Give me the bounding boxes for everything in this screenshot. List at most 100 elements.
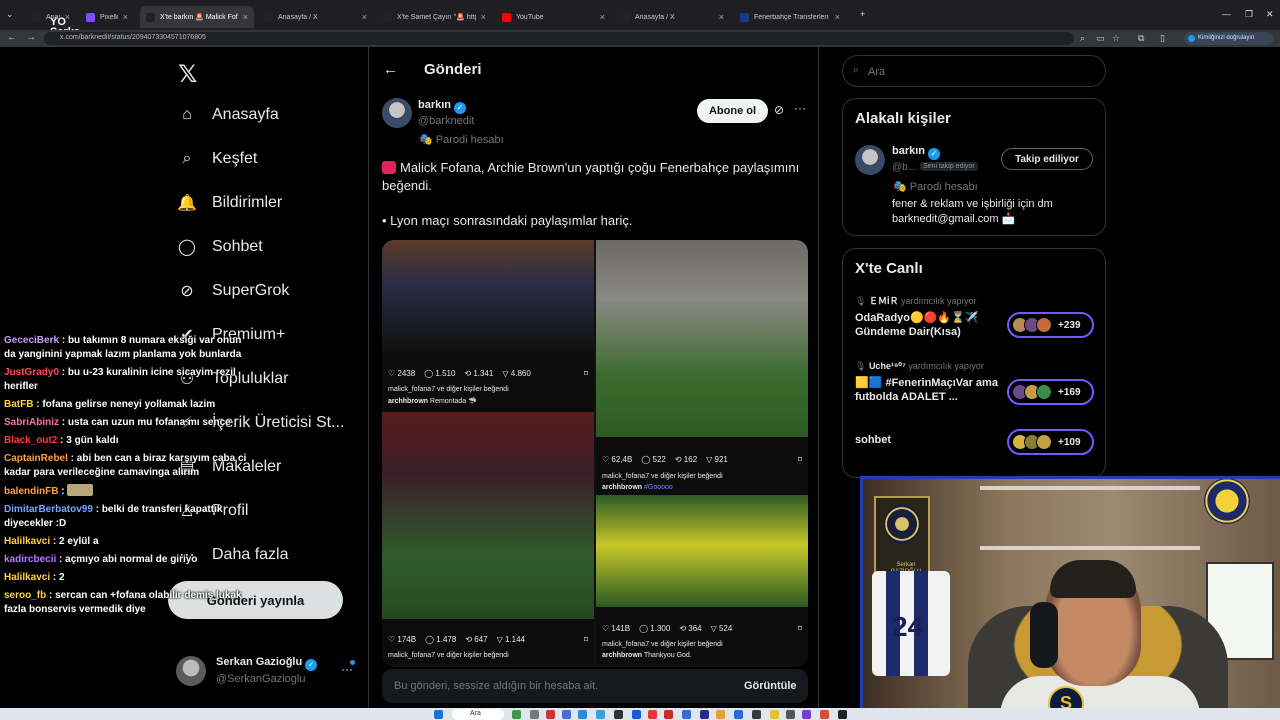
app-icon[interactable] [614, 710, 623, 719]
browser-tab[interactable]: Anasayfa / X × [615, 6, 730, 28]
subscribe-button[interactable]: Abone ol [697, 99, 768, 123]
author-avatar[interactable] [382, 98, 412, 128]
browser-tab[interactable]: Anasayfa × [26, 6, 76, 28]
listeners-pill[interactable]: +239 [1007, 312, 1094, 338]
browser-tab[interactable]: X'te Samet Çayırı "🚨 https:... × [377, 6, 492, 28]
chat-username[interactable]: Halilkavci [4, 572, 50, 583]
live-space[interactable]: 🎙 Uche¹⁹⁰⁷ yardımcılık yapıyor 🟨🟦 #Fener… [855, 361, 1095, 405]
netflix-icon[interactable] [664, 710, 673, 719]
close-tab-icon[interactable]: × [600, 12, 605, 22]
app-icon[interactable] [530, 710, 539, 719]
chat-username[interactable]: SabriAbiniz [4, 417, 59, 428]
extensions-icon[interactable]: ⧉ [1138, 33, 1144, 44]
nav-item-bildirimler[interactable]: 🔔 Bildirimler [177, 190, 282, 216]
browser-tab[interactable]: Fenerbahçe Transferleri – Tüm... × [734, 6, 846, 28]
close-tab-icon[interactable]: × [65, 12, 70, 22]
related-name[interactable]: barkın ✓ [892, 145, 941, 160]
app-icon[interactable] [512, 710, 521, 719]
image-mosaic[interactable]: ♡ 2438 ◯ 1.510 ⟲ 1.341 ▽ 4.860 ⌑ malick_… [382, 240, 808, 667]
url-field[interactable]: x.com/barknedit/status/20940733045710768… [44, 32, 1074, 45]
app-icon[interactable] [716, 710, 725, 719]
close-tab-icon[interactable]: × [481, 12, 486, 22]
start-icon[interactable] [434, 710, 443, 719]
zoom-icon[interactable]: ⌕ [1080, 33, 1085, 44]
back-arrow-icon[interactable]: ← [383, 61, 398, 78]
listeners-pill[interactable]: +109 [1007, 429, 1094, 455]
grok-icon[interactable]: ⊘ [774, 103, 784, 117]
emote-icon [67, 484, 94, 496]
image-tile[interactable]: ♡ 62,4B ◯ 522 ⟲ 162 ▽ 921 ⌑ malick_fofan… [596, 240, 808, 495]
nav-item-supergrok[interactable]: ⊘ SuperGrok [178, 278, 289, 304]
maximize-button[interactable]: ❐ [1245, 9, 1253, 20]
close-tab-icon[interactable]: × [123, 12, 128, 22]
chat-username[interactable]: Black_out2 [4, 435, 57, 446]
live-space[interactable]: sohbet +109 [855, 429, 1095, 455]
repost-icon: ⟲ 364 [679, 623, 702, 633]
zoom-app-icon[interactable] [734, 710, 743, 719]
back-icon[interactable]: ← [7, 32, 17, 43]
browser-tab[interactable]: YouTube × [496, 6, 611, 28]
post-image [382, 240, 594, 352]
x-logo-icon[interactable]: 𝕏 [178, 60, 197, 89]
image-tile[interactable]: ♡ 2438 ◯ 1.510 ⟲ 1.341 ▽ 4.860 ⌑ malick_… [382, 240, 594, 412]
tab-search-icon[interactable]: ⌄ [6, 9, 14, 20]
search-input[interactable]: ⌕ Ara [842, 55, 1106, 87]
nav-item-sohbet[interactable]: ◯ Sohbet [178, 234, 263, 260]
chrome-icon[interactable] [596, 710, 605, 719]
chat-username[interactable]: GececiBerk [4, 335, 59, 346]
browser-tab[interactable]: Anasayfa / X × [258, 6, 373, 28]
nav-item-keşfet[interactable]: ⌕ Keşfet [178, 146, 258, 172]
telegram-icon[interactable] [578, 710, 587, 719]
app-icon[interactable] [700, 710, 709, 719]
bookmark-icon[interactable]: ☆ [1112, 33, 1120, 44]
minimize-button[interactable]: — [1222, 9, 1231, 19]
close-tab-icon[interactable]: × [362, 12, 367, 22]
new-tab-button[interactable]: + [860, 9, 865, 19]
following-button[interactable]: Takip ediliyor [1001, 148, 1093, 170]
browser-tab[interactable]: Pixelkit - × [80, 6, 134, 28]
live-space[interactable]: 🎙 ＥＭİＲ yardımcılık yapıyor OdaRadyo🟡🔴🔥⏳✈… [855, 294, 1095, 339]
more-icon[interactable]: ··· [794, 101, 806, 115]
close-window-button[interactable]: ✕ [1266, 9, 1274, 20]
browser-tab[interactable]: X'te barkın 🚨 Malick Fofana... × [140, 6, 254, 28]
author-name[interactable]: barkın ✓ [418, 99, 467, 114]
forward-icon[interactable]: → [26, 32, 36, 43]
sidebar-icon[interactable]: ▯ [1160, 33, 1165, 44]
grok-icon: ⊘ [180, 283, 194, 300]
view-button[interactable]: Görüntüle [744, 680, 797, 692]
chat-username[interactable]: BatFB [4, 399, 33, 410]
author-handle[interactable]: @barknedit [418, 115, 474, 127]
close-tab-icon[interactable]: × [243, 12, 248, 22]
account-switcher[interactable]: Serkan Gazioğlu ✓ @SerkanGazioglu ··· [176, 654, 366, 688]
close-tab-icon[interactable]: × [719, 12, 724, 22]
chat-username[interactable]: balendinFB [4, 486, 58, 497]
app-icon[interactable] [770, 710, 779, 719]
related-handle[interactable]: @b... [892, 162, 916, 173]
app-icon[interactable] [820, 710, 829, 719]
app-icon[interactable] [562, 710, 571, 719]
nav-item-anasayfa[interactable]: ⌂ Anasayfa [178, 102, 279, 128]
chat-text: usta can uzun mu fofana mı sence [67, 417, 231, 428]
image-tile[interactable]: ♡ 141B ◯ 1.300 ⟲ 364 ▽ 524 ⌑ malick_fofa… [596, 495, 808, 667]
app-icon[interactable] [752, 710, 761, 719]
cast-icon[interactable]: ▭ [1096, 33, 1105, 44]
app-icon[interactable] [546, 710, 555, 719]
chat-username[interactable]: CaptainRebel [4, 453, 68, 464]
chat-username[interactable]: JustGrady0 [4, 367, 59, 378]
image-tile[interactable]: ♡ 174B ◯ 1.478 ⟲ 647 ▽ 1.144 ⌑ malick_fo… [382, 412, 594, 667]
listeners-pill[interactable]: +169 [1007, 379, 1094, 405]
chat-username[interactable]: DimitarBerbatov99 [4, 504, 93, 515]
taskbar-search[interactable]: Ara [452, 709, 504, 720]
app-icon[interactable] [838, 710, 847, 719]
close-tab-icon[interactable]: × [835, 12, 840, 22]
app-icon[interactable] [786, 710, 795, 719]
profile-button[interactable]: Kimliğinizi doğrulayın [1184, 32, 1274, 45]
avatar[interactable] [855, 145, 885, 175]
app-icon[interactable] [648, 710, 657, 719]
app-icon[interactable] [682, 710, 691, 719]
chat-username[interactable]: Halilkavci [4, 536, 50, 547]
chat-username[interactable]: seroo_fb [4, 590, 46, 601]
app-icon[interactable] [802, 710, 811, 719]
chat-username[interactable]: kadircbecii [4, 554, 56, 565]
app-icon[interactable] [632, 710, 641, 719]
